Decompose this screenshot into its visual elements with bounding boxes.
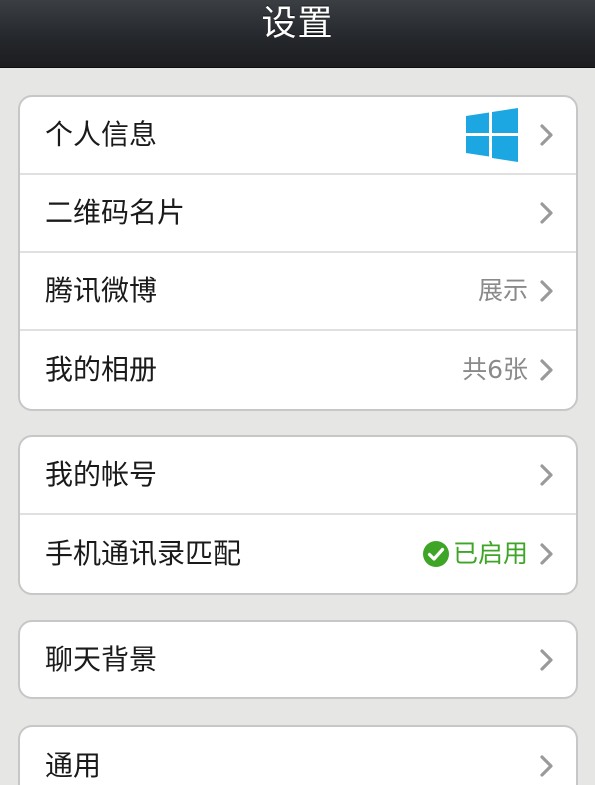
row-value: 展示 [477, 276, 528, 305]
settings-row-general[interactable]: 通用 [20, 727, 576, 785]
settings-group-general: 通用 [18, 725, 578, 785]
row-label: 个人信息 [45, 118, 158, 151]
row-label: 通用 [45, 749, 102, 782]
settings-row-my-account[interactable]: 我的帐号 [20, 437, 576, 515]
row-label: 手机通讯录匹配 [45, 537, 242, 570]
settings-row-personal-info[interactable]: 个人信息 [20, 97, 576, 175]
row-label: 我的帐号 [45, 458, 158, 491]
settings-row-chat-background[interactable]: 聊天背景 [20, 622, 576, 697]
chevron-right-icon [540, 359, 553, 381]
page-title: 设置 [261, 4, 334, 44]
row-value: 共6张 [462, 355, 528, 384]
status-enabled: 已启用 [422, 540, 528, 568]
chevron-right-icon [540, 202, 553, 224]
chevron-right-icon [540, 124, 553, 146]
settings-row-my-album[interactable]: 我的相册 共6张 [20, 331, 576, 409]
settings-row-tencent-weibo[interactable]: 腾讯微博 展示 [20, 253, 576, 331]
row-label: 腾讯微博 [45, 274, 158, 307]
row-label: 我的相册 [45, 353, 158, 386]
status-badge: 已启用 [452, 539, 528, 568]
chevron-right-icon [540, 280, 553, 302]
chevron-right-icon [540, 543, 553, 565]
title-bar: 设置 [0, 0, 595, 68]
settings-group-profile: 个人信息 二维码名片 腾讯微博 展示 我的相册 共6张 [18, 95, 578, 411]
row-label: 二维码名片 [45, 196, 186, 229]
chevron-right-icon [540, 755, 553, 777]
row-label: 聊天背景 [45, 642, 158, 676]
settings-group-account: 我的帐号 手机通讯录匹配 已启用 [18, 435, 578, 595]
settings-group-chat: 聊天背景 [18, 620, 578, 699]
chevron-right-icon [540, 648, 553, 671]
settings-row-qr-card[interactable]: 二维码名片 [20, 175, 576, 253]
windows-logo-icon [466, 108, 518, 162]
chevron-right-icon [540, 464, 553, 486]
check-circle-icon [422, 541, 449, 567]
settings-row-contacts-match[interactable]: 手机通讯录匹配 已启用 [20, 515, 576, 593]
